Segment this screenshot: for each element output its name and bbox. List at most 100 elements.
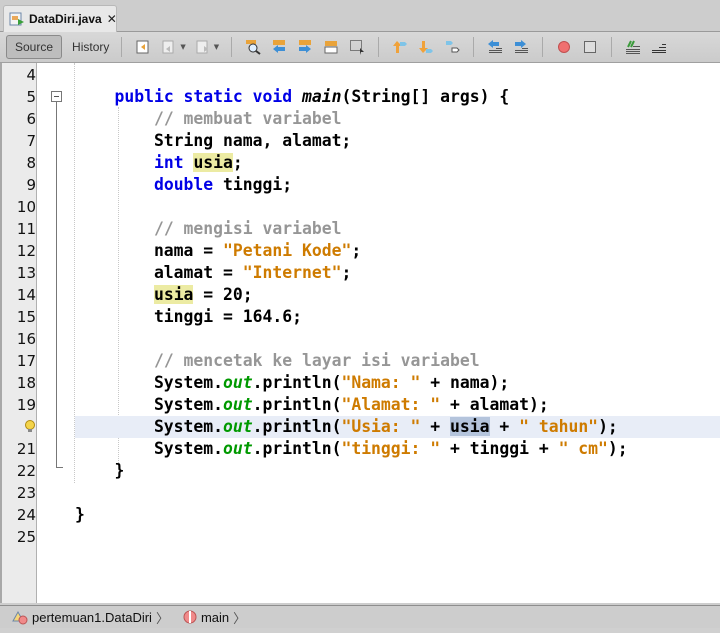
code-token: System. bbox=[75, 439, 224, 458]
breadcrumb-class-label: pertemuan1.DataDiri bbox=[32, 609, 152, 625]
line-number: 22 bbox=[16, 462, 36, 480]
navigation-bar: pertemuan1.DataDiri 〉 main 〉 bbox=[0, 605, 720, 629]
find-previous-icon[interactable] bbox=[268, 36, 290, 58]
line-number: 9 bbox=[26, 176, 36, 194]
fold-end bbox=[56, 467, 63, 468]
code-token: .println( bbox=[252, 439, 342, 458]
editor-tab-bar: DataDiri.java ✕ bbox=[0, 0, 720, 32]
code-line[interactable]: alamat = "Internet"; bbox=[75, 262, 720, 284]
line-number: 19 bbox=[16, 396, 36, 414]
breadcrumb-method-label: main bbox=[200, 609, 230, 625]
shift-left-icon[interactable] bbox=[484, 36, 506, 58]
fold-line bbox=[56, 102, 57, 467]
toggle-bookmark-icon[interactable] bbox=[441, 36, 463, 58]
class-icon bbox=[12, 610, 28, 625]
breadcrumb-class[interactable]: pertemuan1.DataDiri 〉 bbox=[12, 608, 169, 627]
current-code-line[interactable]: System.out.println("Usia: " + usia + " t… bbox=[75, 416, 720, 438]
code-line[interactable] bbox=[75, 64, 720, 86]
toolbar-separator bbox=[611, 37, 613, 57]
code-token: System. bbox=[75, 373, 224, 392]
shift-right-icon[interactable] bbox=[510, 36, 532, 58]
code-line[interactable]: // membuat variabel bbox=[75, 108, 720, 130]
code-line[interactable]: nama = "Petani Kode"; bbox=[75, 240, 720, 262]
bottom-border bbox=[0, 628, 720, 633]
code-token: ; bbox=[351, 241, 362, 260]
toolbar-separator bbox=[231, 37, 233, 57]
chevron-down-icon[interactable]: ▼ bbox=[214, 43, 219, 51]
rectangular-selection-icon[interactable] bbox=[346, 36, 368, 58]
find-icon[interactable] bbox=[242, 36, 264, 58]
code-line[interactable]: } bbox=[75, 460, 720, 482]
code-line[interactable] bbox=[75, 196, 720, 218]
code-line[interactable]: tinggi = 164.6; bbox=[75, 306, 720, 328]
tab-datadiri-java[interactable]: DataDiri.java ✕ bbox=[3, 5, 117, 32]
line-number: 5 bbox=[26, 88, 36, 106]
comment-icon[interactable] bbox=[622, 36, 644, 58]
code-token: tinggi = 164.6; bbox=[75, 307, 302, 326]
code-line[interactable]: // mengisi variabel bbox=[75, 218, 720, 240]
history-button[interactable]: History bbox=[68, 36, 113, 58]
code-line[interactable] bbox=[75, 482, 720, 504]
stop-macro-icon[interactable] bbox=[579, 36, 601, 58]
code-token: ; bbox=[232, 153, 243, 172]
toggle-highlight-icon[interactable] bbox=[320, 36, 342, 58]
code-token: } bbox=[75, 461, 125, 480]
lightbulb-icon[interactable] bbox=[2, 416, 36, 438]
method-name-token: main bbox=[301, 87, 342, 106]
string-token: "Petani Kode" bbox=[223, 241, 352, 260]
code-token: + nama); bbox=[420, 373, 510, 392]
code-line[interactable]: String nama, alamat; bbox=[75, 130, 720, 152]
code-line[interactable]: int usia; bbox=[75, 152, 720, 174]
code-token: tinggi; bbox=[213, 175, 293, 194]
code-line[interactable]: public static void main(String[] args) { bbox=[75, 86, 720, 108]
code-editor[interactable]: 4 5 6 7 8 9 10 11 12 13 14 15 16 17 18 19 21 22 23 24 25 pub… bbox=[0, 63, 720, 603]
chevron-right-icon[interactable]: 〉 bbox=[156, 608, 169, 627]
code-line[interactable]: } bbox=[75, 504, 720, 526]
code-token: = 20; bbox=[193, 285, 253, 304]
start-macro-icon[interactable] bbox=[553, 36, 575, 58]
back-icon[interactable] bbox=[158, 36, 180, 58]
code-token: alamat = bbox=[75, 263, 243, 282]
code-token: System. bbox=[75, 395, 224, 414]
line-number: 24 bbox=[16, 506, 36, 524]
forward-icon[interactable] bbox=[192, 36, 214, 58]
line-number: 15 bbox=[16, 308, 36, 326]
comment-token: // mengisi variabel bbox=[153, 219, 342, 238]
chevron-down-icon[interactable]: ▼ bbox=[180, 43, 185, 51]
previous-bookmark-icon[interactable] bbox=[389, 36, 411, 58]
string-token: " tahun" bbox=[519, 417, 599, 436]
chevron-right-icon[interactable]: 〉 bbox=[233, 608, 246, 627]
line-number: 25 bbox=[16, 528, 36, 546]
highlighted-occurrence: usia bbox=[193, 153, 233, 172]
code-line[interactable]: // mencetak ke layar isi variabel bbox=[75, 350, 720, 372]
code-token: + bbox=[489, 417, 520, 436]
editor-toolbar: Source History ▼ ▼ bbox=[0, 32, 720, 63]
next-bookmark-icon[interactable] bbox=[415, 36, 437, 58]
toolbar-separator bbox=[473, 37, 475, 57]
code-line[interactable]: usia = 20; bbox=[75, 284, 720, 306]
close-icon[interactable]: ✕ bbox=[107, 12, 117, 26]
breadcrumb-method[interactable]: main 〉 bbox=[183, 608, 246, 627]
code-line[interactable]: System.out.println("Alamat: " + alamat); bbox=[75, 394, 720, 416]
code-line[interactable] bbox=[75, 526, 720, 548]
line-number: 10 bbox=[16, 198, 36, 216]
code-line[interactable]: double tinggi; bbox=[75, 174, 720, 196]
code-token: } bbox=[75, 505, 85, 524]
fold-collapse-icon[interactable] bbox=[51, 91, 62, 102]
code-line[interactable] bbox=[75, 328, 720, 350]
line-number: 23 bbox=[16, 484, 36, 502]
last-edit-icon[interactable] bbox=[132, 36, 154, 58]
line-number: 13 bbox=[16, 264, 36, 282]
line-number: 6 bbox=[26, 110, 36, 128]
code-token: System. bbox=[75, 417, 224, 436]
code-line[interactable]: System.out.println("tinggi: " + tinggi +… bbox=[75, 438, 720, 460]
find-next-icon[interactable] bbox=[294, 36, 316, 58]
code-line[interactable]: System.out.println("Nama: " + nama); bbox=[75, 372, 720, 394]
uncomment-icon[interactable] bbox=[648, 36, 670, 58]
source-button[interactable]: Source bbox=[6, 35, 63, 59]
